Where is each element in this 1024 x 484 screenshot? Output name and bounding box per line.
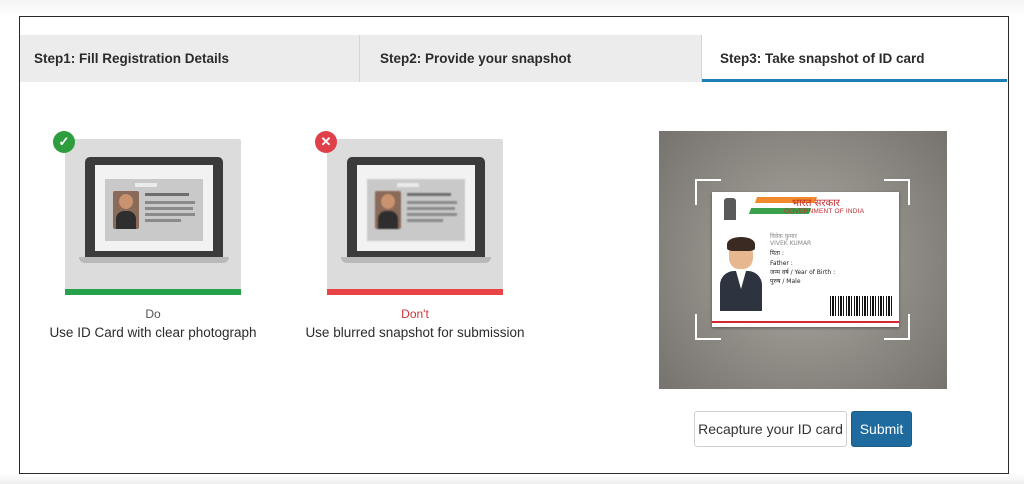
recapture-id-card-button[interactable]: Recapture your ID card [694,411,847,447]
id-card-year-of-birth: जन्म वर्ष / Year of Birth : [770,269,836,276]
id-card-title-hindi: भारत सरकार [792,198,840,209]
sample-id-card-clear [105,179,203,241]
dont-label: Don't [401,307,429,321]
id-card-title-english: GOVERNMENT OF INDIA [784,208,865,215]
id-card-photo [718,237,762,311]
background-strip-bottom [0,474,1024,484]
laptop-illustration [341,157,491,265]
background-strip-top [0,0,1024,16]
dont-description: Use blurred snapshot for submission [305,325,525,340]
good-indicator-bar [65,289,241,295]
bad-example-image [327,139,503,291]
id-verification-panel: Step1: Fill Registration Details Step2: … [19,16,1009,474]
captured-id-card: भारत सरकार GOVERNMENT OF INDIA विवेक कुम… [712,192,899,327]
person-photo-icon [375,191,401,229]
step-tabs: Step1: Fill Registration Details Step2: … [20,35,1007,82]
good-example-image [65,139,241,291]
id-card-footer-line [712,321,899,323]
laptop-illustration [79,157,229,265]
tab-step1[interactable]: Step1: Fill Registration Details [20,35,360,82]
emblem-icon [724,198,736,220]
submit-button[interactable]: Submit [851,411,912,447]
check-icon: ✓ [53,131,75,153]
tab-step2-label: Step2: Provide your snapshot [380,51,572,66]
tab-step2[interactable]: Step2: Provide your snapshot [360,35,702,82]
id-card-father-english: Father : [770,260,793,267]
do-label: Do [145,307,161,321]
id-card-camera-preview: भारत सरकार GOVERNMENT OF INDIA विवेक कुम… [659,131,947,389]
close-icon: ✕ [315,131,337,153]
id-card-gender: पुरुष / Male [770,278,801,285]
id-card-father-hindi: पिता : [770,250,784,257]
barcode-icon [830,296,894,316]
id-card-name-hindi: विवेक कुमार [770,233,797,240]
sample-id-card-blurred [367,179,465,241]
tab-step1-label: Step1: Fill Registration Details [34,51,230,66]
tab-step3[interactable]: Step3: Take snapshot of ID card [702,35,1007,82]
id-card-name-english: VIVEK KUMAR [770,240,812,247]
do-description: Use ID Card with clear photograph [49,325,257,340]
tab-step3-label: Step3: Take snapshot of ID card [720,51,925,66]
person-photo-icon [113,191,139,229]
bad-indicator-bar [327,289,503,295]
